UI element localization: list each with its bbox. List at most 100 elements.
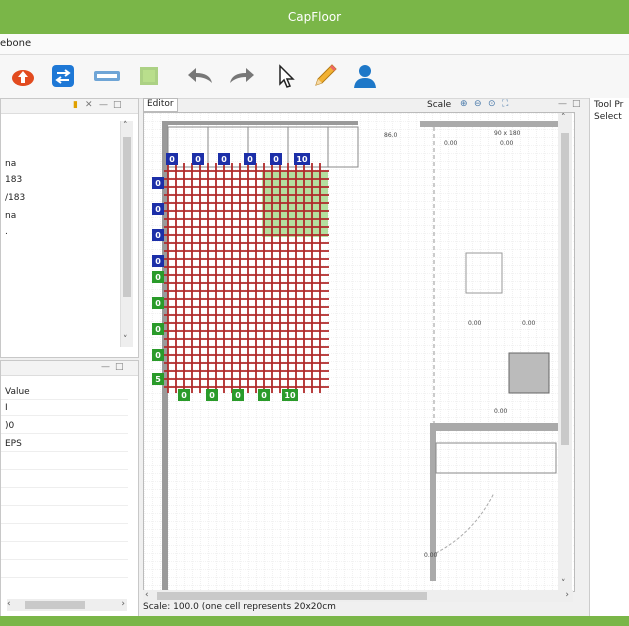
floorplan-canvas[interactable]: 0 0 0 0 0 10 0 0 0 0 0 0 0 0 5 0 0 0 0 1…: [143, 112, 575, 592]
dimension-label: 0.00: [494, 408, 508, 415]
left-panel-header: ▮ ✕ — □: [1, 99, 138, 114]
row-marker-label: 0: [247, 155, 253, 164]
panel-subtitle: Select: [594, 112, 622, 122]
column-marker-label: 0: [155, 179, 161, 188]
undo-icon[interactable]: [186, 61, 216, 91]
row-marker-label: 10: [284, 391, 296, 400]
dimension-label: 86.0: [384, 132, 398, 139]
scroll-right-icon[interactable]: ›: [565, 590, 569, 600]
wall: [162, 121, 358, 125]
properties-header: Value: [1, 387, 128, 400]
panel-title: Tool Pr: [594, 100, 624, 110]
dimension-label: 90 x 180: [494, 130, 521, 137]
user-icon[interactable]: [350, 61, 380, 91]
property-row: [1, 511, 128, 524]
left-panel-scrollbar[interactable]: ˄ ˅: [120, 121, 133, 347]
minimize-icon[interactable]: —: [101, 362, 110, 372]
toolbar: [0, 55, 629, 99]
scroll-down-icon[interactable]: ˅: [561, 579, 566, 589]
scroll-up-icon[interactable]: ˄: [561, 113, 566, 123]
room-icon[interactable]: [134, 61, 164, 91]
row-marker-label: 0: [273, 155, 279, 164]
scroll-right-icon[interactable]: ›: [121, 599, 125, 609]
redo-icon[interactable]: [226, 61, 256, 91]
minimize-icon[interactable]: —: [558, 99, 568, 109]
list-item[interactable]: .: [5, 227, 8, 237]
maximize-icon[interactable]: □: [115, 362, 124, 372]
scrollbar-thumb[interactable]: [25, 601, 85, 609]
menu-item[interactable]: ebone: [0, 38, 31, 49]
zoom-reset-icon[interactable]: ⊙: [488, 99, 498, 109]
column-marker-label: 0: [155, 299, 161, 308]
editor-vscrollbar[interactable]: ˄ ˅: [558, 113, 572, 591]
row-marker-label: 0: [169, 155, 175, 164]
list-item[interactable]: 183: [5, 175, 22, 185]
dimension-label: 0.00: [522, 320, 536, 327]
window-title: CapFloor: [287, 10, 342, 24]
tool-properties-panel: Tool Pr Select: [589, 98, 629, 618]
column-marker-label: 0: [155, 231, 161, 240]
scroll-left-icon[interactable]: ‹: [7, 599, 11, 609]
left-panel: ▮ ✕ — □ na 183 /183 na . ˄ ˅: [0, 98, 139, 358]
status-text: Scale: 100.0 (one cell represents 20x20c…: [143, 602, 336, 612]
properties-hscrollbar[interactable]: ‹ ›: [7, 599, 127, 611]
column-marker-label: 5: [155, 375, 161, 384]
property-row: [1, 475, 128, 488]
zoom-fit-icon[interactable]: ⛶: [502, 99, 512, 109]
row-marker-label: 10: [296, 155, 308, 164]
wall: [430, 423, 570, 431]
dimension-label: 0.00: [424, 552, 438, 559]
minimize-icon[interactable]: —: [99, 100, 108, 110]
close-icon[interactable]: ✕: [85, 100, 93, 110]
scroll-left-icon[interactable]: ‹: [145, 590, 149, 600]
property-row: [1, 529, 128, 542]
property-row: [1, 565, 128, 578]
dimension-label: 0.00: [468, 320, 482, 327]
upload-icon[interactable]: [8, 61, 38, 91]
chart-icon[interactable]: ▮: [73, 100, 78, 110]
wall: [420, 121, 570, 127]
scrollbar-thumb[interactable]: [157, 592, 427, 600]
row-marker-label: 0: [181, 391, 187, 400]
list-item[interactable]: /183: [5, 193, 25, 203]
menu-bar: ebone: [0, 34, 629, 55]
properties-panel-header: — □: [1, 361, 138, 376]
floorplan-drawing[interactable]: 0 0 0 0 0 10 0 0 0 0 0 0 0 0 5 0 0 0 0 1…: [144, 113, 574, 591]
maximize-icon[interactable]: □: [572, 99, 582, 109]
property-value[interactable]: I: [1, 403, 128, 416]
row-marker-label: 0: [209, 391, 215, 400]
property-row: [1, 547, 128, 560]
scale-label: Scale: [427, 100, 452, 110]
column-marker-label: 0: [155, 257, 161, 266]
property-value[interactable]: EPS: [1, 439, 128, 452]
tab-editor[interactable]: Editor: [143, 98, 178, 112]
property-value[interactable]: )0: [1, 421, 128, 434]
list-item[interactable]: na: [5, 211, 16, 221]
scroll-up-icon[interactable]: ˄: [123, 121, 128, 131]
zoom-out-icon[interactable]: ⊖: [474, 99, 484, 109]
maximize-icon[interactable]: □: [113, 100, 122, 110]
property-row: [1, 493, 128, 506]
scrollbar-thumb[interactable]: [123, 137, 131, 297]
editor-hscrollbar[interactable]: ‹ ›: [143, 590, 573, 602]
scrollbar-thumb[interactable]: [561, 133, 569, 445]
scroll-down-icon[interactable]: ˅: [123, 335, 128, 345]
dimension-label: 0.00: [500, 140, 514, 147]
column-marker-label: 0: [155, 351, 161, 360]
column-marker-label: 0: [155, 205, 161, 214]
appliance: [508, 352, 550, 394]
row-marker-label: 0: [235, 391, 241, 400]
row-marker-label: 0: [221, 155, 227, 164]
select-cursor-icon[interactable]: [270, 61, 300, 91]
row-marker-label: 0: [261, 391, 267, 400]
zoom-in-icon[interactable]: ⊕: [460, 99, 470, 109]
dimension-label: 0.00: [444, 140, 458, 147]
column-marker-label: 0: [155, 273, 161, 282]
column-marker-label: 0: [155, 325, 161, 334]
properties-panel: — □ Value I )0 EPS ‹ ›: [0, 360, 139, 618]
list-item[interactable]: na: [5, 159, 16, 169]
pencil-icon[interactable]: [310, 61, 340, 91]
wall-icon[interactable]: [92, 61, 122, 91]
swap-icon[interactable]: [48, 61, 78, 91]
bottom-bar: [0, 616, 629, 626]
